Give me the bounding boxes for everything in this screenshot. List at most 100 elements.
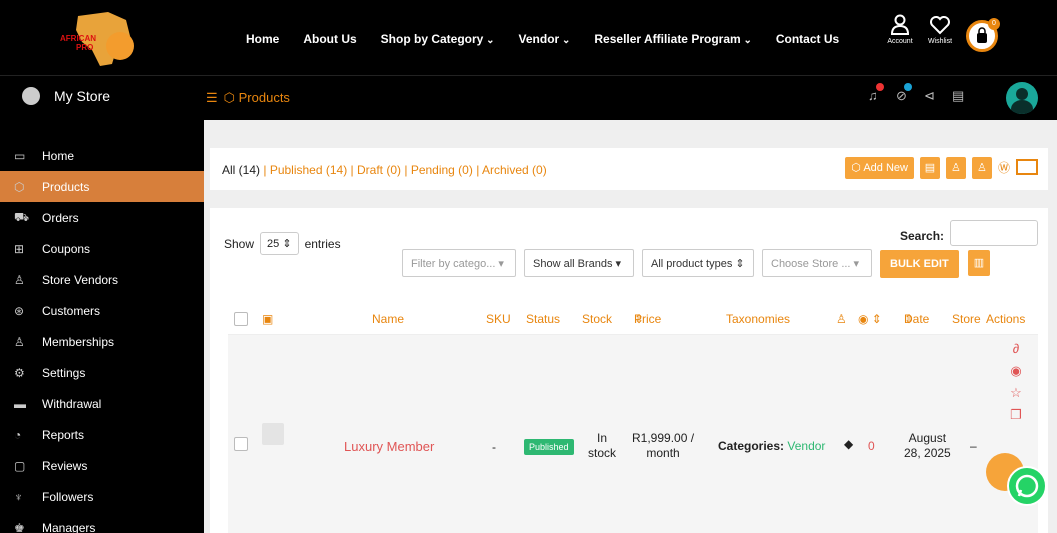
menu-toggle-icon[interactable]: ☰ xyxy=(206,90,218,105)
product-name[interactable]: Luxury Member xyxy=(344,439,434,454)
product-type-filter[interactable]: All product types ⇕ xyxy=(642,249,754,277)
top-navbar: AFRICAN PRO Home About Us Shop by Catego… xyxy=(0,0,1057,75)
add-new-button[interactable]: ⬡ Add New xyxy=(845,157,914,179)
cart-count: 0 xyxy=(988,18,1000,30)
sidebar-item-store-vendors[interactable]: ♙ Store Vendors xyxy=(0,264,204,295)
status-filter-links: All (14) | Published (14) | Draft (0) | … xyxy=(222,163,547,177)
sidebar-item-label: Settings xyxy=(42,365,86,380)
monitor-icon[interactable] xyxy=(1016,159,1038,175)
eye-icon[interactable]: ◉ xyxy=(1006,363,1026,385)
sidebar-item-coupons[interactable]: ⊞ Coupons xyxy=(0,233,204,264)
sidebar-item-products[interactable]: ⬡ Products xyxy=(0,171,204,202)
sidebar-item-settings[interactable]: ⚙ Settings xyxy=(0,357,204,388)
sidebar-item-withdrawal[interactable]: ▬ Withdrawal xyxy=(0,388,204,419)
account-link[interactable]: Account xyxy=(880,14,920,45)
wordpress-icon[interactable]: Ⓦ xyxy=(998,157,1010,179)
nav-contact[interactable]: Contact Us xyxy=(776,32,839,46)
sidebar-item-followers[interactable]: ♆ Followers xyxy=(0,481,204,512)
entries-label: entries xyxy=(304,236,341,251)
product-thumbnail[interactable] xyxy=(262,423,284,445)
help-icon[interactable]: ⊘ xyxy=(896,83,924,104)
status-badge: Published xyxy=(524,439,574,455)
product-actions: ⬡ Add New ▤ ♙ ♙ Ⓦ xyxy=(845,157,1038,179)
sidebar-item-label: Managers xyxy=(42,520,96,533)
bulk-delete-button[interactable]: ▥ xyxy=(968,250,990,276)
sidebar-item-customers[interactable]: ⊛ Customers xyxy=(0,295,204,326)
col-views-icon[interactable]: ◉ ⇕ xyxy=(858,312,882,326)
duplicate-icon[interactable]: ❐ xyxy=(1006,407,1026,429)
announcement-icon[interactable]: ⊲ xyxy=(924,88,952,104)
user-plus-icon: ♙ xyxy=(14,334,25,349)
col-sku[interactable]: SKU xyxy=(486,312,511,326)
import-button[interactable]: ♙ xyxy=(945,157,966,179)
col-taxonomies[interactable]: Taxonomies xyxy=(726,312,790,326)
account-icon xyxy=(890,14,910,35)
monitor-icon: ▭ xyxy=(14,148,26,163)
status-all[interactable]: All (14) xyxy=(222,163,260,177)
sidebar-item-memberships[interactable]: ♙ Memberships xyxy=(0,326,204,357)
nav-about[interactable]: About Us xyxy=(303,32,356,46)
store-title[interactable]: My Store xyxy=(54,88,110,104)
sidebar-item-orders[interactable]: ⛟ Orders xyxy=(0,202,204,233)
wishlist-label: Wishlist xyxy=(927,38,953,45)
col-date[interactable]: Date ⇕ xyxy=(904,312,929,326)
product-date: August 28, 2025 xyxy=(904,431,951,460)
heart-icon xyxy=(930,16,950,35)
category-link[interactable]: Vendor xyxy=(787,439,825,453)
category-filter[interactable]: Filter by catego... ▾ xyxy=(402,249,516,277)
row-checkbox[interactable] xyxy=(234,437,248,451)
african-pro-logo[interactable]: AFRICAN PRO xyxy=(48,6,148,70)
star-icon[interactable]: ☆ xyxy=(1006,385,1026,407)
col-actions: Actions xyxy=(986,312,1026,326)
wishlist-link[interactable]: Wishlist xyxy=(920,14,960,45)
help-badge xyxy=(904,83,912,91)
product-status-bar: All (14) | Published (14) | Draft (0) | … xyxy=(210,148,1048,190)
col-store[interactable]: Store xyxy=(952,312,981,326)
brand-filter[interactable]: Show all Brands ▾ xyxy=(524,249,634,277)
col-status[interactable]: Status xyxy=(526,312,560,326)
export-button[interactable]: ▤ xyxy=(919,157,940,179)
nav-home[interactable]: Home xyxy=(246,32,279,46)
select-all-checkbox[interactable] xyxy=(234,312,248,326)
sidebar-item-home[interactable]: ▭ Home xyxy=(0,140,204,171)
user-avatar[interactable] xyxy=(1006,82,1038,114)
nav-vendor[interactable]: Vendor xyxy=(519,32,571,46)
nav-reseller[interactable]: Reseller Affiliate Program xyxy=(594,32,751,46)
sidebar-item-label: Coupons xyxy=(42,241,91,256)
main-content: All (14) | Published (14) | Draft (0) | … xyxy=(204,120,1057,533)
nav-shop-by-category[interactable]: Shop by Category xyxy=(381,32,495,46)
status-draft[interactable]: Draft (0) xyxy=(357,163,401,177)
product-taxonomies: Categories: Vendor xyxy=(718,439,826,453)
status-published[interactable]: Published (14) xyxy=(270,163,347,177)
manage-button[interactable]: ♙ xyxy=(971,157,992,179)
status-pending[interactable]: Pending (0) xyxy=(411,163,473,177)
toolbar-icons: ♫ ⊘ ⊲ ▤ xyxy=(868,83,980,104)
product-views: 0 xyxy=(868,439,875,453)
col-price[interactable]: Price ⇕ xyxy=(634,312,661,326)
link-icon[interactable]: ∂ xyxy=(1006,341,1026,363)
search-input[interactable] xyxy=(950,220,1038,246)
sidebar-item-reports[interactable]: ◔ Reports xyxy=(0,419,204,450)
sidebar-item-label: Followers xyxy=(42,489,94,504)
col-stock[interactable]: Stock xyxy=(582,312,612,326)
notification-bell-icon[interactable]: ♫ xyxy=(868,83,896,104)
status-archived[interactable]: Archived (0) xyxy=(482,163,547,177)
whatsapp-chat-button[interactable] xyxy=(1007,466,1047,506)
search-label: Search: xyxy=(900,229,945,243)
bulk-edit-button[interactable]: BULK EDIT xyxy=(880,250,959,278)
sidebar-item-managers[interactable]: ♚ Managers xyxy=(0,512,204,533)
entries-select[interactable]: 25 ⇕ xyxy=(260,232,299,255)
sidebar-item-label: Reviews xyxy=(42,458,88,473)
store-filter[interactable]: Choose Store ... ▾ xyxy=(762,249,872,277)
products-table-panel: Show 25 ⇕ entries Search: Filter by cate… xyxy=(210,208,1048,533)
knowledgebase-icon[interactable]: ▤ xyxy=(952,88,980,104)
breadcrumb: ☰ ⬡ Products xyxy=(206,90,290,106)
featured-icon[interactable]: ◆ xyxy=(844,437,853,451)
sidebar: ▭ Home ⬡ Products ⛟ Orders ⊞ Coupons ♙ Store … xyxy=(0,120,204,533)
header-icons: Account Wishlist xyxy=(880,14,960,45)
row-actions: ∂ ◉ ☆ ❐ xyxy=(1006,341,1026,429)
show-label: Show xyxy=(224,236,255,251)
sidebar-item-reviews[interactable]: ▢ Reviews xyxy=(0,450,204,481)
col-name[interactable]: Name xyxy=(372,312,404,326)
cart-button[interactable]: 0 xyxy=(966,18,1000,52)
